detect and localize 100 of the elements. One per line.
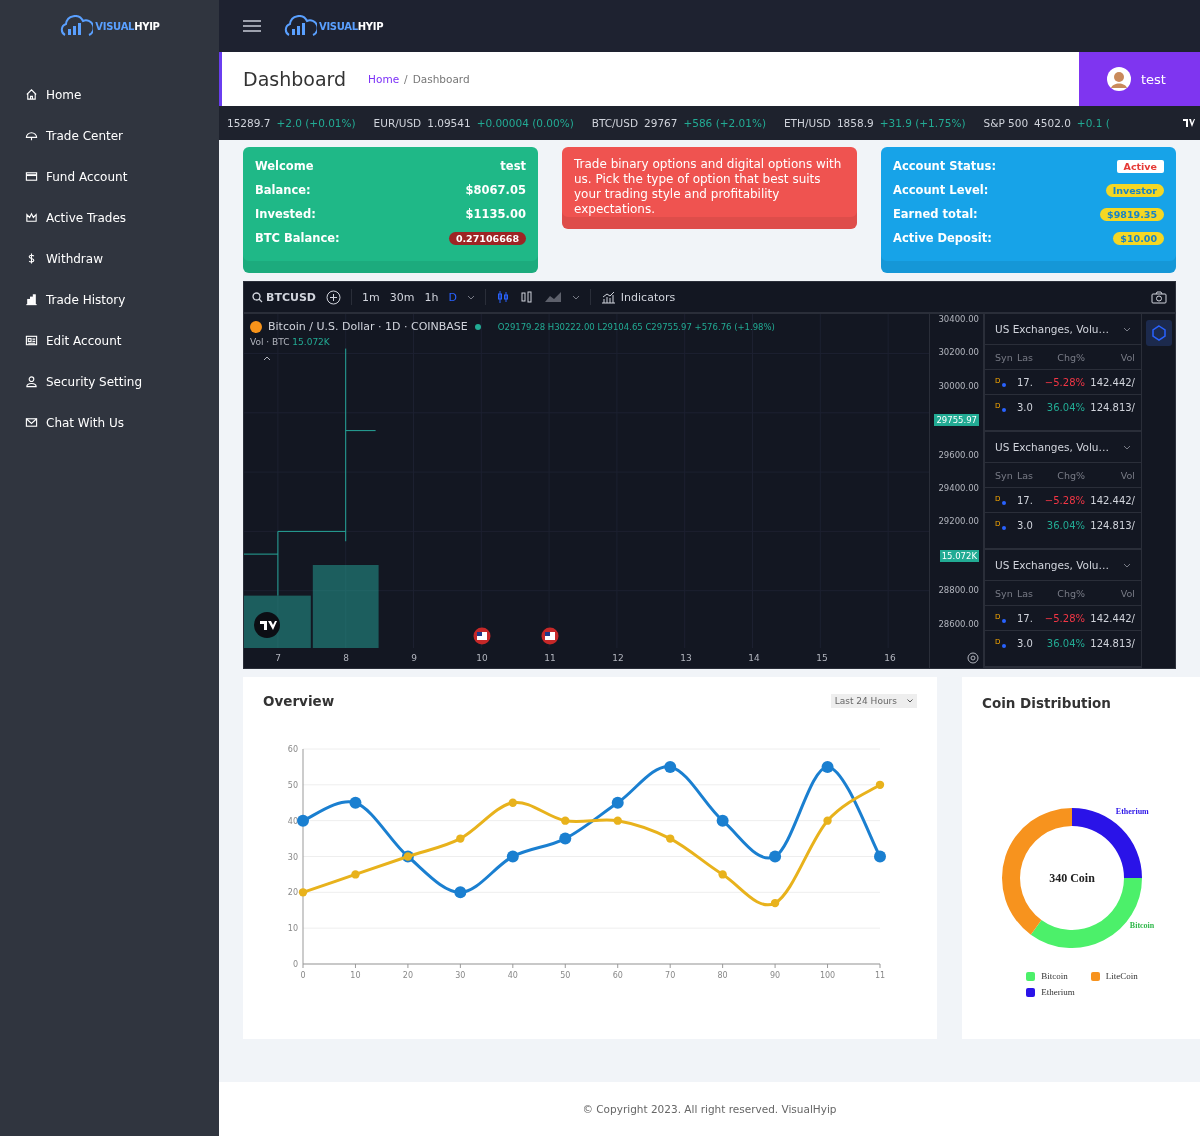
range-dropdown[interactable]: Last 24 Hours: [830, 694, 917, 708]
column-header: Chg%: [1056, 469, 1085, 481]
breadcrumb-current: Dashboard: [412, 73, 470, 85]
legend-label: Bitcoin: [1041, 971, 1068, 981]
x-tick-label: 10: [350, 971, 361, 980]
stat-badge: Active: [1116, 159, 1164, 173]
breadcrumb-link[interactable]: Home: [368, 73, 400, 85]
interval-tab[interactable]: 1h: [424, 290, 439, 304]
change-cell-text: 36.04%: [1045, 519, 1085, 531]
stat-label: Welcome: [255, 159, 314, 173]
price-label: 29200.00: [938, 516, 979, 527]
watchlist-title[interactable]: US Exchanges, Volu…: [995, 441, 1109, 453]
x-tick-label: 80: [717, 971, 728, 980]
column-header: Syn: [995, 469, 1014, 481]
legend-label: LiteCoin: [1105, 971, 1138, 981]
user-menu[interactable]: test: [1079, 52, 1200, 106]
last-cell-text: 17.: [1017, 612, 1034, 624]
indicators-button[interactable]: Indicators: [600, 290, 676, 304]
last-cell-text: 3.0: [1017, 519, 1034, 531]
change-cell: −5.28%: [1043, 494, 1085, 506]
last-cell-text: 3.0: [1017, 637, 1034, 649]
watchlist-title[interactable]: US Exchanges, Volu…: [995, 559, 1109, 571]
time-label: 10: [475, 653, 489, 663]
change-cell: −5.28%: [1043, 612, 1085, 624]
sidebar-item[interactable]: Trade History: [0, 279, 219, 320]
ticker-item[interactable]: S&P 500 4502.0 +0.1 (: [983, 117, 1110, 129]
x-tick-label: 70: [665, 971, 676, 980]
column-header: Syn: [995, 587, 1014, 599]
page-title: Dashboard: [243, 68, 347, 90]
stat-label: Invested:: [255, 207, 316, 221]
ticker-item[interactable]: EUR/USD 1.09541 +0.00004 (0.00%): [373, 117, 574, 129]
stat-label: Account Status:: [893, 159, 996, 173]
y-tick-label: 40: [287, 816, 298, 826]
sidebar-item[interactable]: Trade Center: [0, 115, 219, 156]
ticker-item[interactable]: BTC/USD 29767 +586 (+2.01%): [591, 117, 766, 129]
column-header: Las: [1017, 351, 1035, 363]
stat-badge: 0.27106668: [448, 231, 526, 245]
price-label: 30400.00: [938, 314, 979, 324]
volume-cell-text: 124.813/: [1089, 637, 1135, 649]
interval-tab[interactable]: 30m: [389, 290, 415, 304]
time-label: 11: [543, 653, 557, 663]
stat-value: test: [500, 159, 526, 173]
y-tick-label: 0: [292, 960, 298, 969]
watchlist-title[interactable]: US Exchanges, Volu…: [995, 323, 1109, 335]
sidebar-item[interactable]: Withdraw: [0, 238, 219, 279]
y-tick-label: 30: [287, 852, 298, 862]
change-cell-text: 36.04%: [1045, 401, 1085, 413]
sidebar-item[interactable]: Active Trades: [0, 197, 219, 238]
logo-text: VISUALHYIP: [319, 20, 384, 32]
interval-tab[interactable]: 1m: [361, 290, 380, 304]
ohlc-values: O29179.28 H30222.00 L29104.65 C29755.97 +576.76 (+1.98%): [497, 321, 775, 332]
stat-label: Active Deposit:: [893, 231, 992, 245]
column-header: Chg%: [1056, 587, 1085, 599]
interval-tab[interactable]: D: [448, 290, 457, 304]
time-label: 13: [679, 653, 693, 663]
time-label: 9: [410, 653, 418, 663]
x-tick-label: 11: [874, 971, 886, 980]
ticker-item[interactable]: ETH/USD 1858.9 +31.9 (+1.75%): [784, 117, 966, 129]
x-tick-label: 90: [770, 971, 781, 980]
ticker-item[interactable]: 15289.7 +2.0 (+0.01%): [227, 117, 356, 129]
time-label: 15: [815, 653, 829, 663]
last-cell-text: 3.0: [1017, 401, 1034, 413]
column-header: Las: [1017, 469, 1035, 481]
center-label: 340 Coin: [1049, 871, 1095, 885]
stat-label: BTC Balance:: [255, 231, 340, 245]
slice-label: Bitcoin: [1129, 920, 1155, 930]
sidebar-item[interactable]: Security Setting: [0, 361, 219, 402]
copyright-text: © Copyright 2023. All right reserved. VisualHyip: [219, 1082, 1200, 1136]
sidebar-item[interactable]: Edit Account: [0, 320, 219, 361]
x-tick-label: 60: [612, 971, 623, 980]
change-cell-text: 36.04%: [1045, 637, 1085, 649]
card-title: Coin Distribution: [982, 695, 1111, 711]
x-tick-label: 0: [300, 971, 306, 980]
x-tick-label: 30: [455, 971, 466, 980]
symbol-search[interactable]: BTCUSD: [252, 290, 316, 304]
stat-badge: Investor: [1105, 183, 1164, 197]
column-header: Chg%: [1056, 351, 1085, 363]
stat-value: $8067.05: [465, 183, 526, 197]
stat-badge: $9819.35: [1100, 207, 1164, 221]
time-label: 14: [747, 653, 761, 663]
sidebar-item[interactable]: Fund Account: [0, 156, 219, 197]
volume-cell-text: 142.442/: [1089, 376, 1135, 388]
x-tick-label: 20: [402, 971, 413, 980]
y-tick-label: 60: [287, 745, 298, 754]
legend-label: Etherium: [1041, 987, 1075, 997]
time-label: 12: [611, 653, 625, 663]
breadcrumb-separator: /: [404, 73, 408, 85]
sidebar-item[interactable]: Chat With Us: [0, 402, 219, 443]
stat-label: Account Level:: [893, 183, 989, 197]
y-tick-label: 50: [287, 780, 298, 790]
sidebar-item[interactable]: Home: [0, 74, 219, 115]
column-header: Syn: [995, 351, 1014, 363]
price-label: 29600.00: [938, 449, 979, 460]
volume-label: Vol · BTC 15.072K: [250, 337, 331, 347]
stat-badge: $10.00: [1113, 231, 1164, 245]
last-cell-text: 17.: [1017, 376, 1034, 388]
card-title: Overview: [263, 693, 335, 709]
column-header: Las: [1017, 587, 1035, 599]
last-cell-text: 17.: [1017, 494, 1034, 506]
logo-text: VISUALHYIP: [95, 20, 160, 32]
